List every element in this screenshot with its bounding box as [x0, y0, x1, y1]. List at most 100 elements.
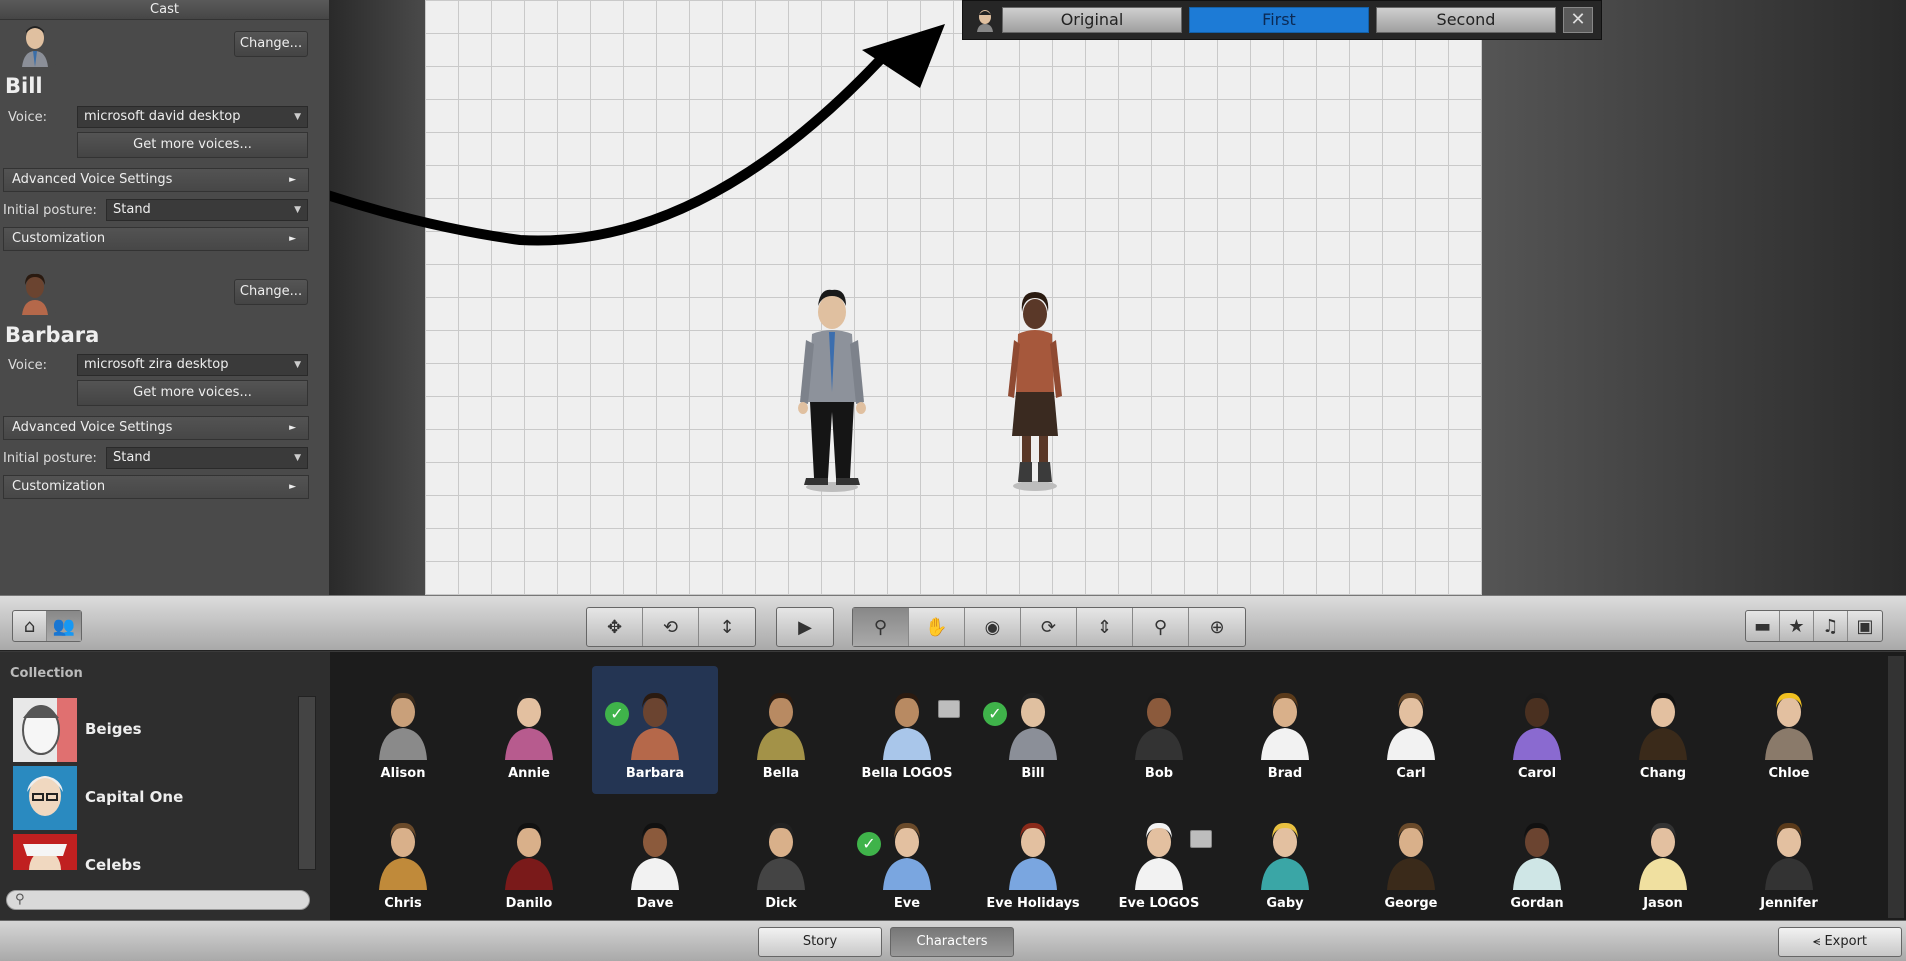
cast-panel: Cast Change... Bill Voice: microsoft dav… — [0, 0, 330, 595]
bill-voice-label: Voice: — [8, 110, 47, 125]
stage-viewport[interactable]: Original First Second ✕ — [330, 0, 1906, 595]
barbara-customization[interactable]: Customization ► — [3, 475, 309, 499]
compare-original-button[interactable]: Original — [1002, 7, 1182, 33]
home-icon[interactable]: ⌂ — [13, 611, 47, 641]
character-card[interactable]: Danilo — [466, 796, 592, 924]
character-figure-icon — [1513, 822, 1561, 890]
annotation-arrow-icon — [330, 24, 945, 246]
character-card[interactable]: Bella — [718, 666, 844, 794]
character-card[interactable]: ✓ Bill — [970, 666, 1096, 794]
character-figure-icon — [883, 692, 931, 760]
character-card[interactable]: Jennifer — [1726, 796, 1852, 924]
character-figure-icon — [1261, 692, 1309, 760]
collection-panel: Collection Beiges Capital One Celebs ⚲ — [0, 652, 330, 920]
zoom-fit-icon[interactable]: ⊕ — [1189, 608, 1245, 646]
close-icon[interactable]: ✕ — [1563, 7, 1593, 33]
bill-change-button[interactable]: Change... — [234, 31, 308, 57]
barbara-voice-select[interactable]: microsoft zira desktop ▼ — [77, 354, 308, 376]
character-card[interactable]: Carol — [1474, 666, 1600, 794]
character-figure-icon — [757, 692, 805, 760]
barbara-change-button[interactable]: Change... — [234, 279, 308, 305]
character-card[interactable]: Eve LOGOS — [1096, 796, 1222, 924]
bill-advanced-voice-settings[interactable]: Advanced Voice Settings ► — [3, 168, 309, 192]
character-figure-icon — [1513, 692, 1561, 760]
rotate-icon[interactable]: ⟲ — [643, 608, 699, 646]
media-icon[interactable]: ▣ — [1848, 611, 1882, 641]
collection-item-celebs[interactable]: Celebs — [13, 834, 299, 870]
expand-arrow-icon: ► — [289, 175, 296, 185]
character-card-name: Chris — [384, 896, 422, 911]
dropdown-arrow-icon: ▼ — [294, 112, 301, 122]
camera-icon[interactable]: ▬ — [1746, 611, 1780, 641]
character-card[interactable]: Carl — [1348, 666, 1474, 794]
character-figure-icon — [505, 822, 553, 890]
character-card[interactable]: Brad — [1222, 666, 1348, 794]
character-card[interactable]: Dave — [592, 796, 718, 924]
character-card[interactable]: Gordan — [1474, 796, 1600, 924]
refresh-icon[interactable]: ⟳ — [1021, 608, 1077, 646]
character-card[interactable]: ✓ Barbara — [592, 666, 718, 794]
zoom-icon[interactable]: ⚲ — [1133, 608, 1189, 646]
barbara-posture-select[interactable]: Stand ▼ — [106, 447, 308, 469]
collection-item-label: Capital One — [85, 788, 184, 806]
character-figure-icon — [1261, 822, 1309, 890]
compare-toolbar: Original First Second ✕ — [962, 0, 1602, 40]
barbara-avatar-icon — [14, 271, 56, 315]
character-card-name: Alison — [380, 766, 426, 781]
character-card[interactable]: Dick — [718, 796, 844, 924]
character-card[interactable]: Chris — [340, 796, 466, 924]
media-tools-group: ▬ ★ ♫ ▣ — [1745, 610, 1883, 642]
main-toolbar: ⌂ 👥 ✥ ⟲ ↕ ▶ ⚲ ✋ ◉ ⟳ ⇕ ⚲ ⊕ ▬ ★ ♫ ▣ — [0, 595, 1906, 651]
barbara-advanced-voice-settings[interactable]: Advanced Voice Settings ► — [3, 416, 309, 440]
share-icon: ⪪ — [1812, 934, 1821, 949]
character-card[interactable]: Eve Holidays — [970, 796, 1096, 924]
character-card[interactable]: Bella LOGOS — [844, 666, 970, 794]
character-card[interactable]: Alison — [340, 666, 466, 794]
character-card-name: Jason — [1643, 896, 1683, 911]
barbara-get-more-voices-button[interactable]: Get more voices... — [77, 380, 308, 406]
character-card-name: Dave — [636, 896, 674, 911]
character-card-name: Danilo — [505, 896, 553, 911]
tab-story[interactable]: Story — [758, 927, 882, 957]
expand-arrow-icon: ► — [289, 423, 296, 433]
celebs-thumb-icon — [13, 834, 77, 870]
compare-first-button[interactable]: First — [1189, 7, 1369, 33]
character-card[interactable]: Chloe — [1726, 666, 1852, 794]
character-figure-icon — [757, 822, 805, 890]
align-icon[interactable]: ⇕ — [1077, 608, 1133, 646]
tab-characters[interactable]: Characters — [890, 927, 1014, 957]
bill-customization[interactable]: Customization ► — [3, 227, 309, 251]
pose-icon[interactable]: ⚲ — [853, 608, 909, 646]
people-icon[interactable]: 👥 — [47, 611, 81, 641]
bill-voice-select[interactable]: microsoft david desktop ▼ — [77, 106, 308, 128]
export-button[interactable]: ⪪ Export — [1778, 927, 1902, 957]
collection-item-beiges[interactable]: Beiges — [13, 698, 299, 764]
barbara-posture-value: Stand — [113, 450, 151, 465]
character-card[interactable]: Annie — [466, 666, 592, 794]
cast-character-bill: Change... Bill Voice: microsoft david de… — [0, 20, 330, 260]
character-card[interactable]: Gaby — [1222, 796, 1348, 924]
music-icon[interactable]: ♫ — [1814, 611, 1848, 641]
dropdown-arrow-icon: ▼ — [294, 360, 301, 370]
collection-item-capital-one[interactable]: Capital One — [13, 766, 299, 832]
character-card[interactable]: Bob — [1096, 666, 1222, 794]
collection-search-input[interactable]: ⚲ — [6, 890, 310, 910]
vertical-move-icon[interactable]: ↕ — [699, 608, 755, 646]
bill-posture-select[interactable]: Stand ▼ — [106, 199, 308, 221]
collection-scrollbar[interactable] — [298, 696, 316, 870]
camera-star-icon[interactable]: ★ — [1780, 611, 1814, 641]
play-icon[interactable]: ▶ — [777, 608, 833, 646]
move-icon[interactable]: ✥ — [587, 608, 643, 646]
character-figure-icon — [379, 692, 427, 760]
character-card[interactable]: ✓ Eve — [844, 796, 970, 924]
collection-item-label: Celebs — [85, 856, 142, 870]
compare-second-button[interactable]: Second — [1376, 7, 1556, 33]
bill-get-more-voices-button[interactable]: Get more voices... — [77, 132, 308, 158]
character-figure-icon — [505, 692, 553, 760]
hand-icon[interactable]: ✋ — [909, 608, 965, 646]
character-grid-scrollbar[interactable] — [1888, 656, 1904, 918]
character-card[interactable]: George — [1348, 796, 1474, 924]
eye-icon[interactable]: ◉ — [965, 608, 1021, 646]
character-card[interactable]: Jason — [1600, 796, 1726, 924]
character-card[interactable]: Chang — [1600, 666, 1726, 794]
